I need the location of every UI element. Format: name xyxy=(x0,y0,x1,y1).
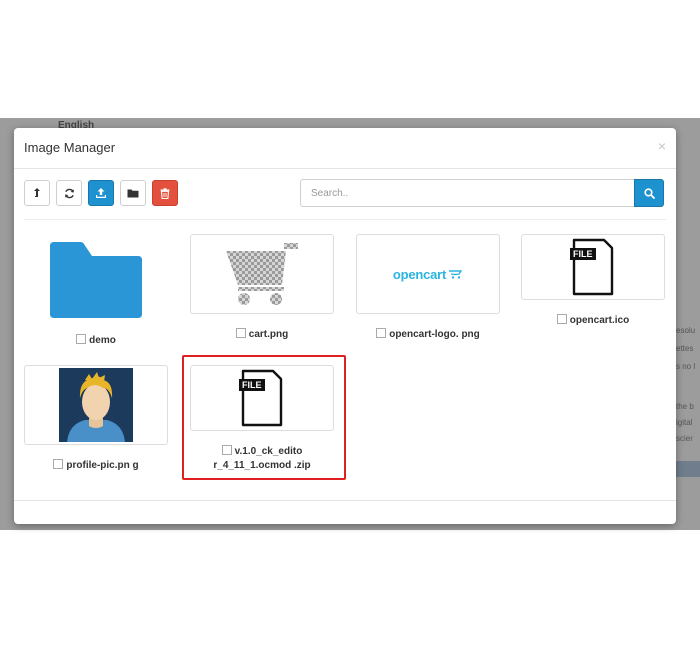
background-text: ettes xyxy=(676,344,694,353)
search-input[interactable] xyxy=(300,179,634,207)
background-text: esolu xyxy=(676,326,696,335)
delete-button[interactable] xyxy=(152,180,178,206)
cart-logo-icon xyxy=(449,270,463,279)
image-manager-modal: Image Manager × Search.. demo cart.png o… xyxy=(14,128,676,524)
new-folder-button[interactable] xyxy=(120,180,146,206)
toolbar-divider xyxy=(24,219,666,220)
item-checkbox[interactable] xyxy=(556,314,567,324)
background-text: s no l xyxy=(676,362,696,371)
parent-directory-button[interactable] xyxy=(24,180,50,206)
item-label: demo xyxy=(24,334,168,348)
background-text: scier xyxy=(676,434,693,443)
folder-icon xyxy=(127,189,139,198)
item-checkbox[interactable] xyxy=(53,459,64,469)
item-label: profile-pic.pn g xyxy=(24,459,168,473)
modal-title: Image Manager xyxy=(24,140,116,155)
background-bar xyxy=(676,461,700,477)
item-checkbox[interactable] xyxy=(76,334,87,344)
item-label: opencart-logo. png xyxy=(356,328,500,342)
folder-item-demo[interactable] xyxy=(24,234,168,324)
upload-button[interactable] xyxy=(88,180,114,206)
upload-icon xyxy=(96,188,106,198)
file-page-shape xyxy=(572,238,614,296)
search-icon xyxy=(643,187,655,199)
folder-icon xyxy=(50,242,142,318)
selection-highlight-box xyxy=(182,355,346,480)
toolbar xyxy=(24,180,178,206)
file-icon: FILE xyxy=(570,238,614,296)
refresh-icon xyxy=(64,188,74,198)
image-thumbnail-profile-pic[interactable] xyxy=(24,365,168,445)
item-checkbox[interactable] xyxy=(235,328,246,338)
background-text: the b xyxy=(676,402,694,411)
image-thumbnail-cart[interactable] xyxy=(190,234,334,314)
profile-avatar-image xyxy=(59,368,133,442)
background-text: igital xyxy=(676,418,693,427)
cart-icon xyxy=(226,243,298,305)
close-icon[interactable]: × xyxy=(658,138,666,154)
opencart-logo: opencart xyxy=(392,266,447,282)
search-button[interactable] xyxy=(634,179,664,207)
modal-footer-divider xyxy=(14,500,676,501)
level-up-icon xyxy=(34,188,40,197)
item-label: opencart.ico xyxy=(521,314,665,328)
trash-icon xyxy=(160,187,170,199)
refresh-button[interactable] xyxy=(56,180,82,206)
modal-header: Image Manager × xyxy=(14,128,676,169)
item-checkbox[interactable] xyxy=(376,328,387,338)
file-badge: FILE xyxy=(570,248,596,260)
image-thumbnail-opencart-logo[interactable]: opencart xyxy=(356,234,500,314)
file-thumbnail-opencart-ico[interactable]: FILE xyxy=(521,234,665,300)
item-label: cart.png xyxy=(190,328,334,342)
search-group xyxy=(300,179,664,207)
